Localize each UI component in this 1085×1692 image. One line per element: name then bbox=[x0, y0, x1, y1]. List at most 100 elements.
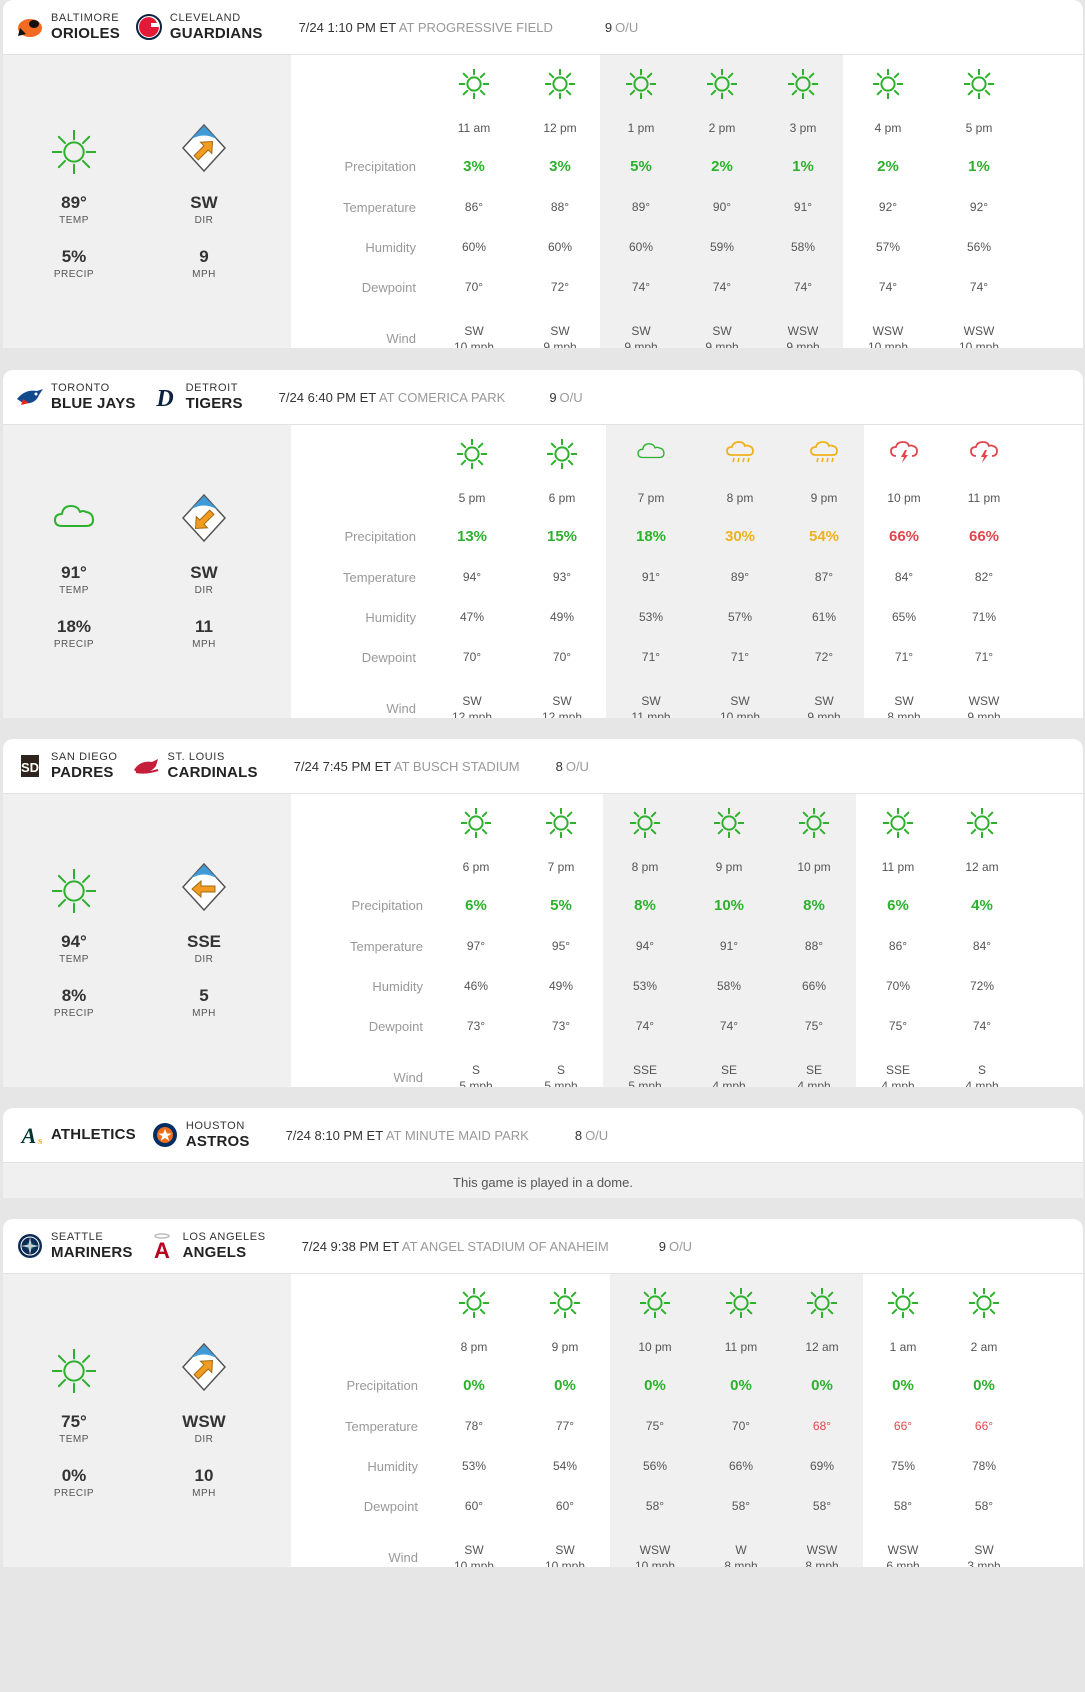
wind-direction: SW bbox=[555, 1543, 575, 1557]
dewpoint-value: 75° bbox=[888, 1019, 908, 1033]
current-summary: 91° TEMP SW DIR 18% PRECIP 11 MPH bbox=[3, 425, 291, 718]
wind-speed: 10 MPH bbox=[154, 1466, 254, 1499]
game-header: As ATHLETICS HOUSTON ASTROS 7/24 8:10 PM ET … bbox=[3, 1108, 1083, 1163]
wind-value: SW 3 mph bbox=[939, 1542, 1029, 1567]
hour-time: 11 pm bbox=[967, 491, 1001, 505]
humidity-value: 75% bbox=[890, 1459, 916, 1473]
wind-direction: WSW bbox=[787, 324, 819, 338]
wind-value: W 8 mph bbox=[696, 1542, 786, 1567]
temp-value: 88° bbox=[804, 939, 824, 953]
humidity-value: 54% bbox=[552, 1459, 578, 1473]
athletics-logo: As bbox=[15, 1120, 45, 1150]
temp-value: 91° bbox=[793, 200, 813, 214]
game-card: TORONTO BLUE JAYS D DETROIT TIGERS 7/24 6:40 … bbox=[3, 370, 1083, 718]
wind-direction-icon bbox=[154, 492, 254, 549]
game-header: SD SAN DIEGO PADRES ST. LOUIS CARDINALS 7/24 … bbox=[3, 739, 1083, 794]
wind-speed: 3 mph bbox=[967, 1559, 1001, 1567]
sun-icon bbox=[858, 1288, 948, 1318]
dewpoint-value: 71° bbox=[974, 650, 994, 664]
home-team[interactable]: HOUSTON ASTROS bbox=[150, 1120, 250, 1150]
away-team[interactable]: BALTIMORE ORIOLES bbox=[15, 12, 120, 42]
precip-value: 0% bbox=[644, 1377, 666, 1394]
wind-speed: 10 mph bbox=[867, 340, 909, 348]
wind-speed-label: MPH bbox=[192, 1008, 216, 1019]
dewpoint-value: 73° bbox=[551, 1019, 571, 1033]
wind-speed: 9 MPH bbox=[154, 247, 254, 280]
wind-value: SW 9 mph bbox=[515, 323, 605, 348]
dewpoint-value: 74° bbox=[969, 280, 989, 294]
wind-speed: 12 mph bbox=[541, 710, 583, 718]
away-team[interactable]: SD SAN DIEGO PADRES bbox=[15, 751, 118, 781]
sun-icon bbox=[24, 868, 124, 918]
dewpoint-value: 74° bbox=[635, 1019, 655, 1033]
cloud-icon bbox=[24, 500, 124, 535]
wind-speed: 10 mph bbox=[453, 340, 495, 348]
sun-icon bbox=[758, 69, 848, 99]
sun-icon bbox=[517, 439, 607, 469]
humidity-value: 66% bbox=[801, 979, 827, 993]
wind-direction: SSE bbox=[885, 1063, 910, 1077]
away-team[interactable]: SEATTLE MARINERS bbox=[15, 1231, 133, 1261]
sun-icon bbox=[696, 1288, 786, 1318]
wind-speed-value: 9 bbox=[199, 247, 209, 266]
hourly-forecast: Precipitation Temperature Humidity Dewpoint… bbox=[291, 425, 1083, 718]
precip-value: 3% bbox=[549, 158, 571, 175]
home-team[interactable]: A LOS ANGELES ANGELS bbox=[147, 1231, 266, 1261]
wind-value: WSW 9 mph bbox=[939, 693, 1029, 718]
home-team[interactable]: D DETROIT TIGERS bbox=[150, 382, 243, 412]
temp-value: 78° bbox=[464, 1419, 484, 1433]
wind-direction: SW bbox=[974, 1543, 994, 1557]
ou-value: 9 bbox=[604, 19, 613, 35]
current-precip-label: PRECIP bbox=[53, 269, 95, 280]
hour-time: 11 pm bbox=[724, 1340, 758, 1354]
wind-direction: SW bbox=[464, 1543, 484, 1557]
row-label-dewpoint: Dewpoint bbox=[361, 650, 416, 665]
humidity-value: 65% bbox=[891, 610, 917, 624]
precip-value: 0% bbox=[463, 1377, 485, 1394]
current-precip: 8% PRECIP bbox=[24, 986, 124, 1019]
current-temp-label: TEMP bbox=[59, 215, 89, 226]
away-team[interactable]: TORONTO BLUE JAYS bbox=[15, 382, 136, 412]
wind-direction: SSE bbox=[632, 1063, 657, 1077]
dewpoint-value: 72° bbox=[550, 280, 570, 294]
wind-speed: 10 mph bbox=[634, 1559, 676, 1567]
temp-value: 90° bbox=[712, 200, 732, 214]
over-under: 9 O/U bbox=[549, 390, 582, 405]
team-name-block: BALTIMORE ORIOLES bbox=[51, 12, 120, 42]
wind-direction: WSW bbox=[872, 324, 904, 338]
hour-time: 3 pm bbox=[789, 121, 817, 135]
current-summary: 94° TEMP SSE DIR 8% PRECIP 5 MPH bbox=[3, 794, 291, 1087]
hour-time: 8 pm bbox=[726, 491, 754, 505]
wind-direction: SW bbox=[730, 694, 750, 708]
dewpoint-value: 58° bbox=[974, 1499, 994, 1513]
current-precip: 5% PRECIP bbox=[24, 247, 124, 280]
precip-value: 6% bbox=[465, 897, 487, 914]
wind-speed: 10 mph bbox=[958, 340, 1000, 348]
row-label-humidity: Humidity bbox=[365, 240, 416, 255]
sun-icon bbox=[677, 69, 767, 99]
hour-time: 4 pm bbox=[874, 121, 902, 135]
away-team[interactable]: As ATHLETICS bbox=[15, 1120, 136, 1150]
sun-icon bbox=[684, 808, 774, 838]
dewpoint-value: 70° bbox=[552, 650, 572, 664]
row-label-temperature: Temperature bbox=[345, 1419, 418, 1434]
temp-value: 86° bbox=[888, 939, 908, 953]
over-under: 9 O/U bbox=[605, 20, 638, 35]
humidity-value: 69% bbox=[809, 1459, 835, 1473]
precip-value: 0% bbox=[554, 1377, 576, 1394]
temp-value: 68° bbox=[812, 1419, 832, 1433]
wind-direction: SE bbox=[805, 1063, 822, 1077]
precip-value: 8% bbox=[803, 897, 825, 914]
home-team[interactable]: ST. LOUIS CARDINALS bbox=[132, 751, 258, 781]
humidity-value: 56% bbox=[642, 1459, 668, 1473]
padres-logo: SD bbox=[15, 751, 45, 781]
game-header: BALTIMORE ORIOLES CLEVELAND GUARDIANS 7/24 1… bbox=[3, 0, 1083, 55]
wind-speed: 8 mph bbox=[805, 1559, 839, 1567]
temp-value: 97° bbox=[466, 939, 486, 953]
precip-value: 0% bbox=[973, 1377, 995, 1394]
home-team[interactable]: CLEVELAND GUARDIANS bbox=[134, 12, 263, 42]
temp-value: 91° bbox=[719, 939, 739, 953]
wind-speed: 5 MPH bbox=[154, 986, 254, 1019]
wind-direction: WSW bbox=[806, 1543, 838, 1557]
humidity-value: 53% bbox=[632, 979, 658, 993]
